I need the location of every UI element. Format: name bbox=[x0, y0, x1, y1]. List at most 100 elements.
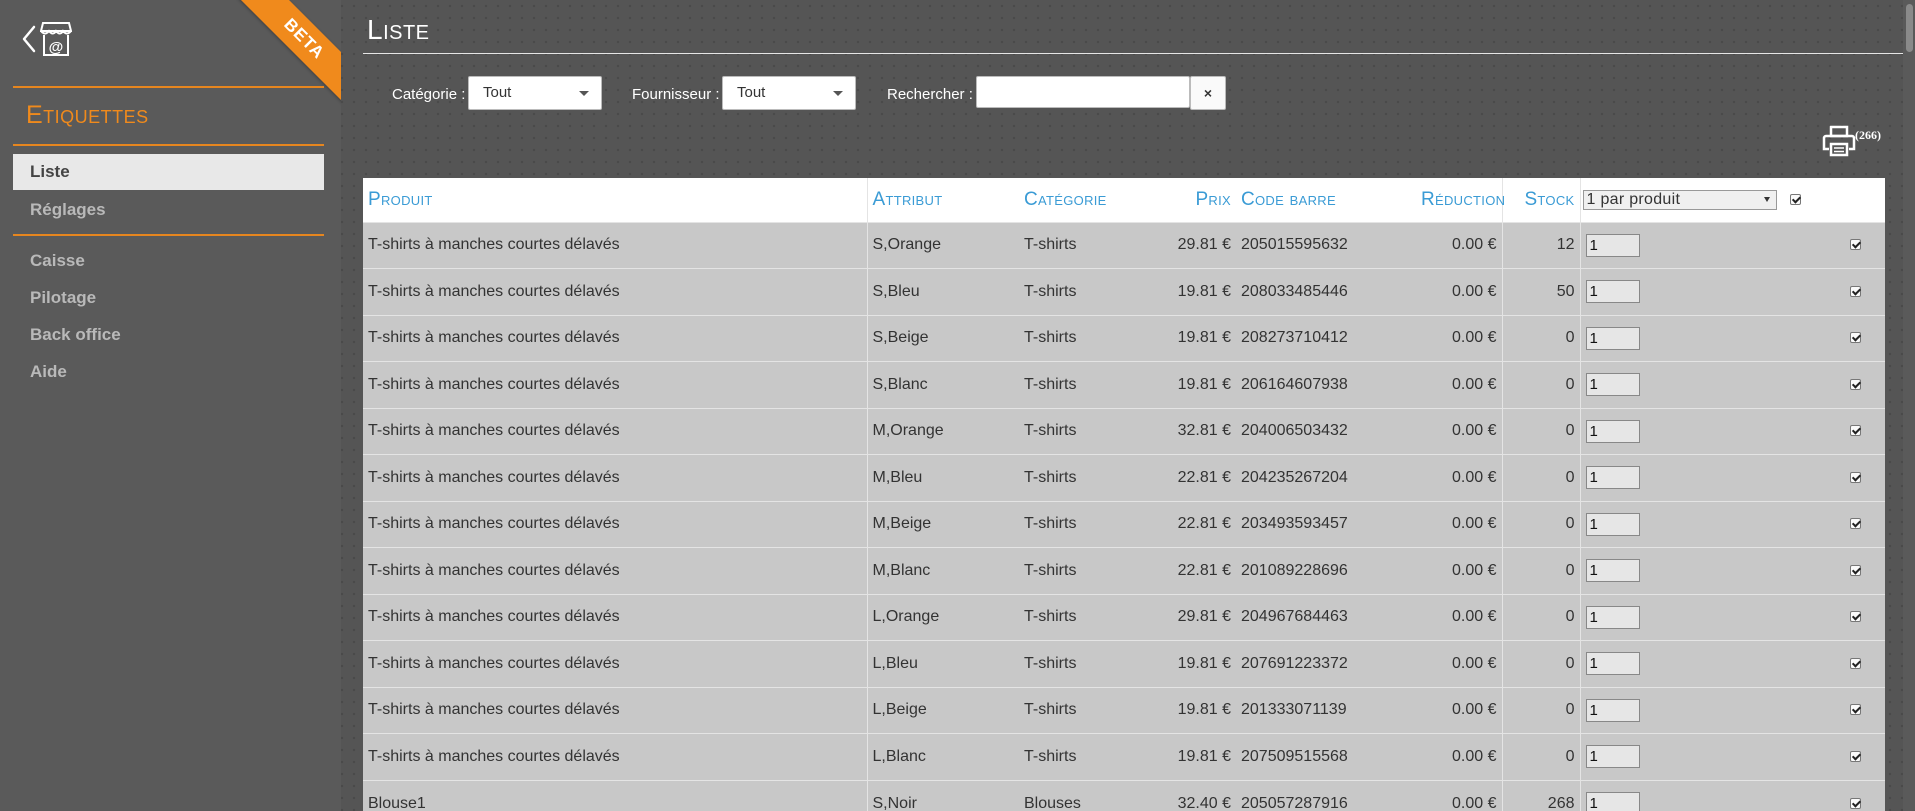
cell-price: 32.40 € bbox=[1159, 779, 1236, 811]
header-attribute[interactable]: Attribut bbox=[866, 178, 1019, 222]
cell-category: T-shirts bbox=[1019, 547, 1159, 594]
print-button[interactable] bbox=[1822, 124, 1858, 164]
sidebar-item-caisse[interactable]: Caisse bbox=[13, 243, 324, 279]
row-select-checkbox[interactable] bbox=[1850, 657, 1861, 669]
search-input[interactable] bbox=[976, 76, 1190, 108]
header-barcode[interactable]: Code barre bbox=[1236, 178, 1416, 222]
header-price[interactable]: Prix bbox=[1159, 178, 1236, 222]
cell-stock: 0 bbox=[1501, 547, 1580, 594]
quantity-input[interactable]: 1 bbox=[1585, 559, 1640, 583]
cell-product: T-shirts à manches courtes délavés bbox=[363, 221, 867, 269]
cell-stock: 0 bbox=[1501, 686, 1580, 734]
sidebar-item-reglages[interactable]: Réglages bbox=[13, 192, 324, 228]
cell-category: T-shirts bbox=[1019, 500, 1159, 548]
quantity-input[interactable]: 1 bbox=[1585, 792, 1640, 811]
chevron-down-icon bbox=[579, 91, 589, 96]
header-product[interactable]: Produit bbox=[363, 178, 867, 222]
sidebar-divider bbox=[13, 86, 324, 88]
row-select-checkbox[interactable] bbox=[1850, 797, 1861, 809]
header-reduction[interactable]: Réduction bbox=[1416, 178, 1505, 222]
row-select-checkbox[interactable] bbox=[1850, 750, 1861, 762]
cell-attribute: L,Blanc bbox=[866, 733, 1019, 780]
row-select-checkbox[interactable] bbox=[1850, 564, 1861, 576]
cell-attribute: M,Beige bbox=[866, 500, 1019, 548]
cell-price: 32.81 € bbox=[1159, 407, 1236, 455]
quantity-input[interactable]: 1 bbox=[1585, 280, 1640, 304]
cell-price: 19.81 € bbox=[1159, 314, 1236, 362]
cell-reduction: 0.00 € bbox=[1416, 314, 1502, 362]
quantity-input[interactable]: 1 bbox=[1585, 512, 1640, 536]
sidebar-item-aide[interactable]: Aide bbox=[13, 354, 324, 390]
quantity-input[interactable]: 1 bbox=[1585, 605, 1640, 629]
row-select-checkbox[interactable] bbox=[1850, 425, 1861, 437]
cell-barcode: 208273710412 bbox=[1236, 314, 1416, 362]
row-select-checkbox[interactable] bbox=[1850, 239, 1861, 251]
table-row: T-shirts à manches courtes délavés M,Bleu… bbox=[363, 454, 1885, 501]
cell-product: T-shirts à manches courtes délavés bbox=[363, 640, 867, 687]
cell-options: 1 bbox=[1579, 733, 1885, 780]
shop-icon: @ bbox=[40, 22, 72, 56]
quantity-input[interactable]: 1 bbox=[1585, 745, 1640, 769]
cell-attribute: S,Noir bbox=[866, 779, 1019, 811]
quantity-input[interactable]: 1 bbox=[1585, 698, 1640, 722]
row-select-checkbox[interactable] bbox=[1850, 285, 1861, 297]
sidebar-item-liste[interactable]: Liste bbox=[13, 154, 324, 190]
sidebar-item-back-office[interactable]: Back office bbox=[13, 317, 324, 353]
labels-per-product-value: 1 par produit bbox=[1586, 190, 1681, 208]
row-select-checkbox[interactable] bbox=[1850, 611, 1861, 623]
row-select-checkbox[interactable] bbox=[1850, 378, 1861, 390]
search-label: Rechercher : bbox=[887, 86, 973, 103]
cell-stock: 0 bbox=[1501, 361, 1580, 408]
cell-product: T-shirts à manches courtes délavés bbox=[363, 361, 867, 408]
title-divider bbox=[363, 53, 1903, 54]
cell-product: T-shirts à manches courtes délavés bbox=[363, 686, 867, 734]
cell-price: 19.81 € bbox=[1159, 361, 1236, 408]
cell-price: 29.81 € bbox=[1159, 221, 1236, 269]
cell-options: 1 bbox=[1579, 593, 1885, 641]
table-row: T-shirts à manches courtes délavés L,Bleu… bbox=[363, 640, 1885, 687]
quantity-input[interactable]: 1 bbox=[1585, 652, 1640, 676]
header-stock[interactable]: Stock bbox=[1501, 178, 1580, 222]
row-select-checkbox[interactable] bbox=[1850, 332, 1861, 344]
sidebar-item-pilotage[interactable]: Pilotage bbox=[13, 280, 324, 316]
row-select-checkbox[interactable] bbox=[1850, 704, 1861, 716]
labels-table: Produit Attribut Catégorie Prix Code bar… bbox=[363, 178, 1885, 811]
cell-barcode: 207691223372 bbox=[1236, 640, 1416, 687]
quantity-input[interactable]: 1 bbox=[1585, 373, 1640, 397]
cell-product: T-shirts à manches courtes délavés bbox=[363, 314, 867, 362]
supplier-filter-label: Fournisseur : bbox=[632, 86, 720, 103]
print-count: (266) bbox=[1855, 128, 1881, 142]
cell-reduction: 0.00 € bbox=[1416, 454, 1502, 501]
cell-reduction: 0.00 € bbox=[1416, 779, 1502, 811]
back-button[interactable]: @ bbox=[22, 18, 78, 60]
quantity-input[interactable]: 1 bbox=[1585, 326, 1640, 350]
table-row: Blouse1 S,Noir Blouses 32.40 €205057287916 0… bbox=[363, 779, 1885, 811]
quantity-input[interactable]: 1 bbox=[1585, 419, 1640, 443]
header-category[interactable]: Catégorie bbox=[1019, 178, 1159, 222]
row-select-checkbox[interactable] bbox=[1850, 471, 1861, 483]
table-row: T-shirts à manches courtes délavés S,Oran… bbox=[363, 221, 1885, 269]
cell-category: T-shirts bbox=[1019, 686, 1159, 734]
clear-search-button[interactable]: × bbox=[1190, 76, 1226, 110]
select-all-checkbox[interactable] bbox=[1790, 194, 1802, 206]
cell-options: 1 bbox=[1579, 454, 1885, 501]
cell-options: 1 bbox=[1579, 361, 1885, 408]
scrollbar-thumb[interactable] bbox=[1906, 4, 1913, 52]
scrollbar[interactable] bbox=[1903, 0, 1915, 811]
row-select-checkbox[interactable] bbox=[1850, 518, 1861, 530]
cell-attribute: L,Bleu bbox=[866, 640, 1019, 687]
supplier-select[interactable]: Tout bbox=[722, 76, 856, 110]
category-select[interactable]: Tout bbox=[468, 76, 602, 110]
quantity-input[interactable]: 1 bbox=[1585, 466, 1640, 490]
cell-stock: 0 bbox=[1501, 454, 1580, 501]
table-row: T-shirts à manches courtes délavés S,Blan… bbox=[363, 361, 1885, 408]
chevron-down-icon bbox=[1763, 196, 1770, 202]
cell-price: 19.81 € bbox=[1159, 640, 1236, 687]
quantity-input[interactable]: 1 bbox=[1585, 233, 1640, 257]
labels-per-product-select[interactable]: 1 par produit bbox=[1582, 189, 1777, 210]
cell-stock: 0 bbox=[1501, 640, 1580, 687]
cell-attribute: M,Orange bbox=[866, 407, 1019, 455]
cell-product: T-shirts à manches courtes délavés bbox=[363, 547, 867, 594]
cell-reduction: 0.00 € bbox=[1416, 686, 1502, 734]
cell-attribute: S,Orange bbox=[866, 221, 1019, 269]
